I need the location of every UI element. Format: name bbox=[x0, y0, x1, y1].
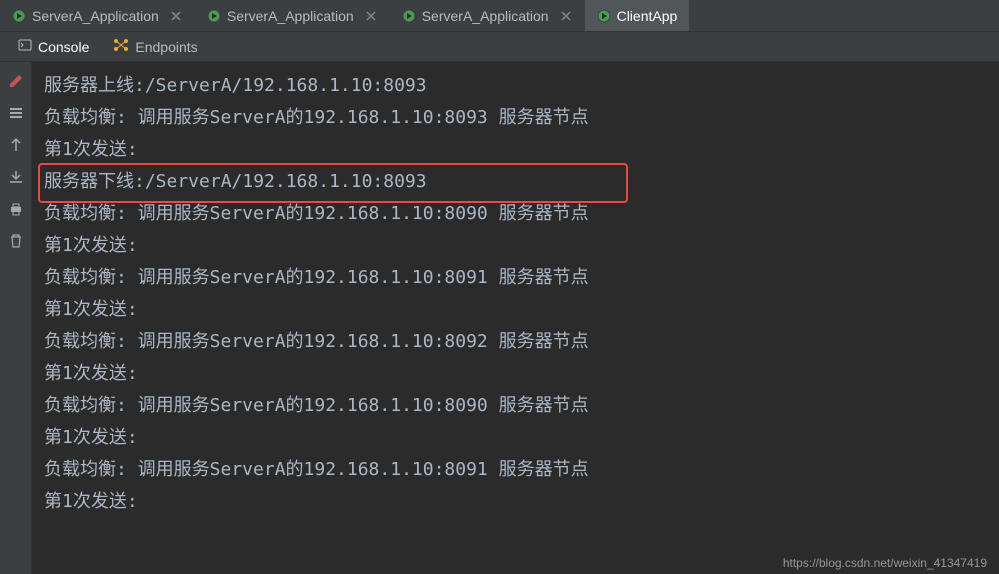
console-output[interactable]: 服务器上线:/ServerA/192.168.1.10:8093 负载均衡: 调… bbox=[32, 62, 999, 574]
console-line: 第1次发送: bbox=[44, 358, 987, 390]
edit-icon[interactable] bbox=[7, 72, 25, 90]
print-icon[interactable] bbox=[7, 200, 25, 218]
console-line: 负载均衡: 调用服务ServerA的192.168.1.10:8090 服务器节… bbox=[44, 390, 987, 422]
console-label: Console bbox=[38, 39, 89, 55]
console-line: 服务器上线:/ServerA/192.168.1.10:8093 bbox=[44, 70, 987, 102]
tool-toolbar: Console Endpoints bbox=[0, 32, 999, 62]
tab-label: ServerA_Application bbox=[32, 8, 159, 24]
console-line: 第1次发送: bbox=[44, 422, 987, 454]
download-icon[interactable] bbox=[7, 168, 25, 186]
run-config-icon bbox=[12, 9, 26, 23]
console-line: 服务器下线:/ServerA/192.168.1.10:8093 bbox=[44, 166, 987, 198]
close-icon[interactable] bbox=[169, 9, 183, 23]
trash-icon[interactable] bbox=[7, 232, 25, 250]
console-line: 负载均衡: 调用服务ServerA的192.168.1.10:8090 服务器节… bbox=[44, 198, 987, 230]
watermark: https://blog.csdn.net/weixin_41347419 bbox=[783, 556, 987, 570]
tab-server-a-1[interactable]: ServerA_Application bbox=[0, 0, 195, 31]
close-icon[interactable] bbox=[364, 9, 378, 23]
tab-client-app[interactable]: ClientApp bbox=[585, 0, 690, 31]
tab-server-a-3[interactable]: ServerA_Application bbox=[390, 0, 585, 31]
console-line: 负载均衡: 调用服务ServerA的192.168.1.10:8092 服务器节… bbox=[44, 326, 987, 358]
gutter bbox=[0, 62, 32, 574]
tab-label: ClientApp bbox=[617, 8, 678, 24]
endpoints-tab[interactable]: Endpoints bbox=[101, 32, 209, 61]
run-config-icon bbox=[207, 9, 221, 23]
main-area: 服务器上线:/ServerA/192.168.1.10:8093 负载均衡: 调… bbox=[0, 62, 999, 574]
console-icon bbox=[18, 38, 32, 55]
console-line: 负载均衡: 调用服务ServerA的192.168.1.10:8093 服务器节… bbox=[44, 102, 987, 134]
console-line: 负载均衡: 调用服务ServerA的192.168.1.10:8091 服务器节… bbox=[44, 454, 987, 486]
console-tab[interactable]: Console bbox=[6, 32, 101, 61]
tab-label: ServerA_Application bbox=[227, 8, 354, 24]
endpoints-label: Endpoints bbox=[135, 39, 197, 55]
run-config-icon bbox=[402, 9, 416, 23]
console-line: 第1次发送: bbox=[44, 230, 987, 262]
console-line: 第1次发送: bbox=[44, 294, 987, 326]
run-config-icon bbox=[597, 9, 611, 23]
tab-server-a-2[interactable]: ServerA_Application bbox=[195, 0, 390, 31]
tab-label: ServerA_Application bbox=[422, 8, 549, 24]
tabs-bar: ServerA_Application ServerA_Application … bbox=[0, 0, 999, 32]
up-arrow-icon[interactable] bbox=[7, 136, 25, 154]
settings-icon[interactable] bbox=[7, 104, 25, 122]
console-line: 第1次发送: bbox=[44, 486, 987, 518]
console-line: 第1次发送: bbox=[44, 134, 987, 166]
endpoints-icon bbox=[113, 38, 129, 55]
console-line: 负载均衡: 调用服务ServerA的192.168.1.10:8091 服务器节… bbox=[44, 262, 987, 294]
close-icon[interactable] bbox=[559, 9, 573, 23]
